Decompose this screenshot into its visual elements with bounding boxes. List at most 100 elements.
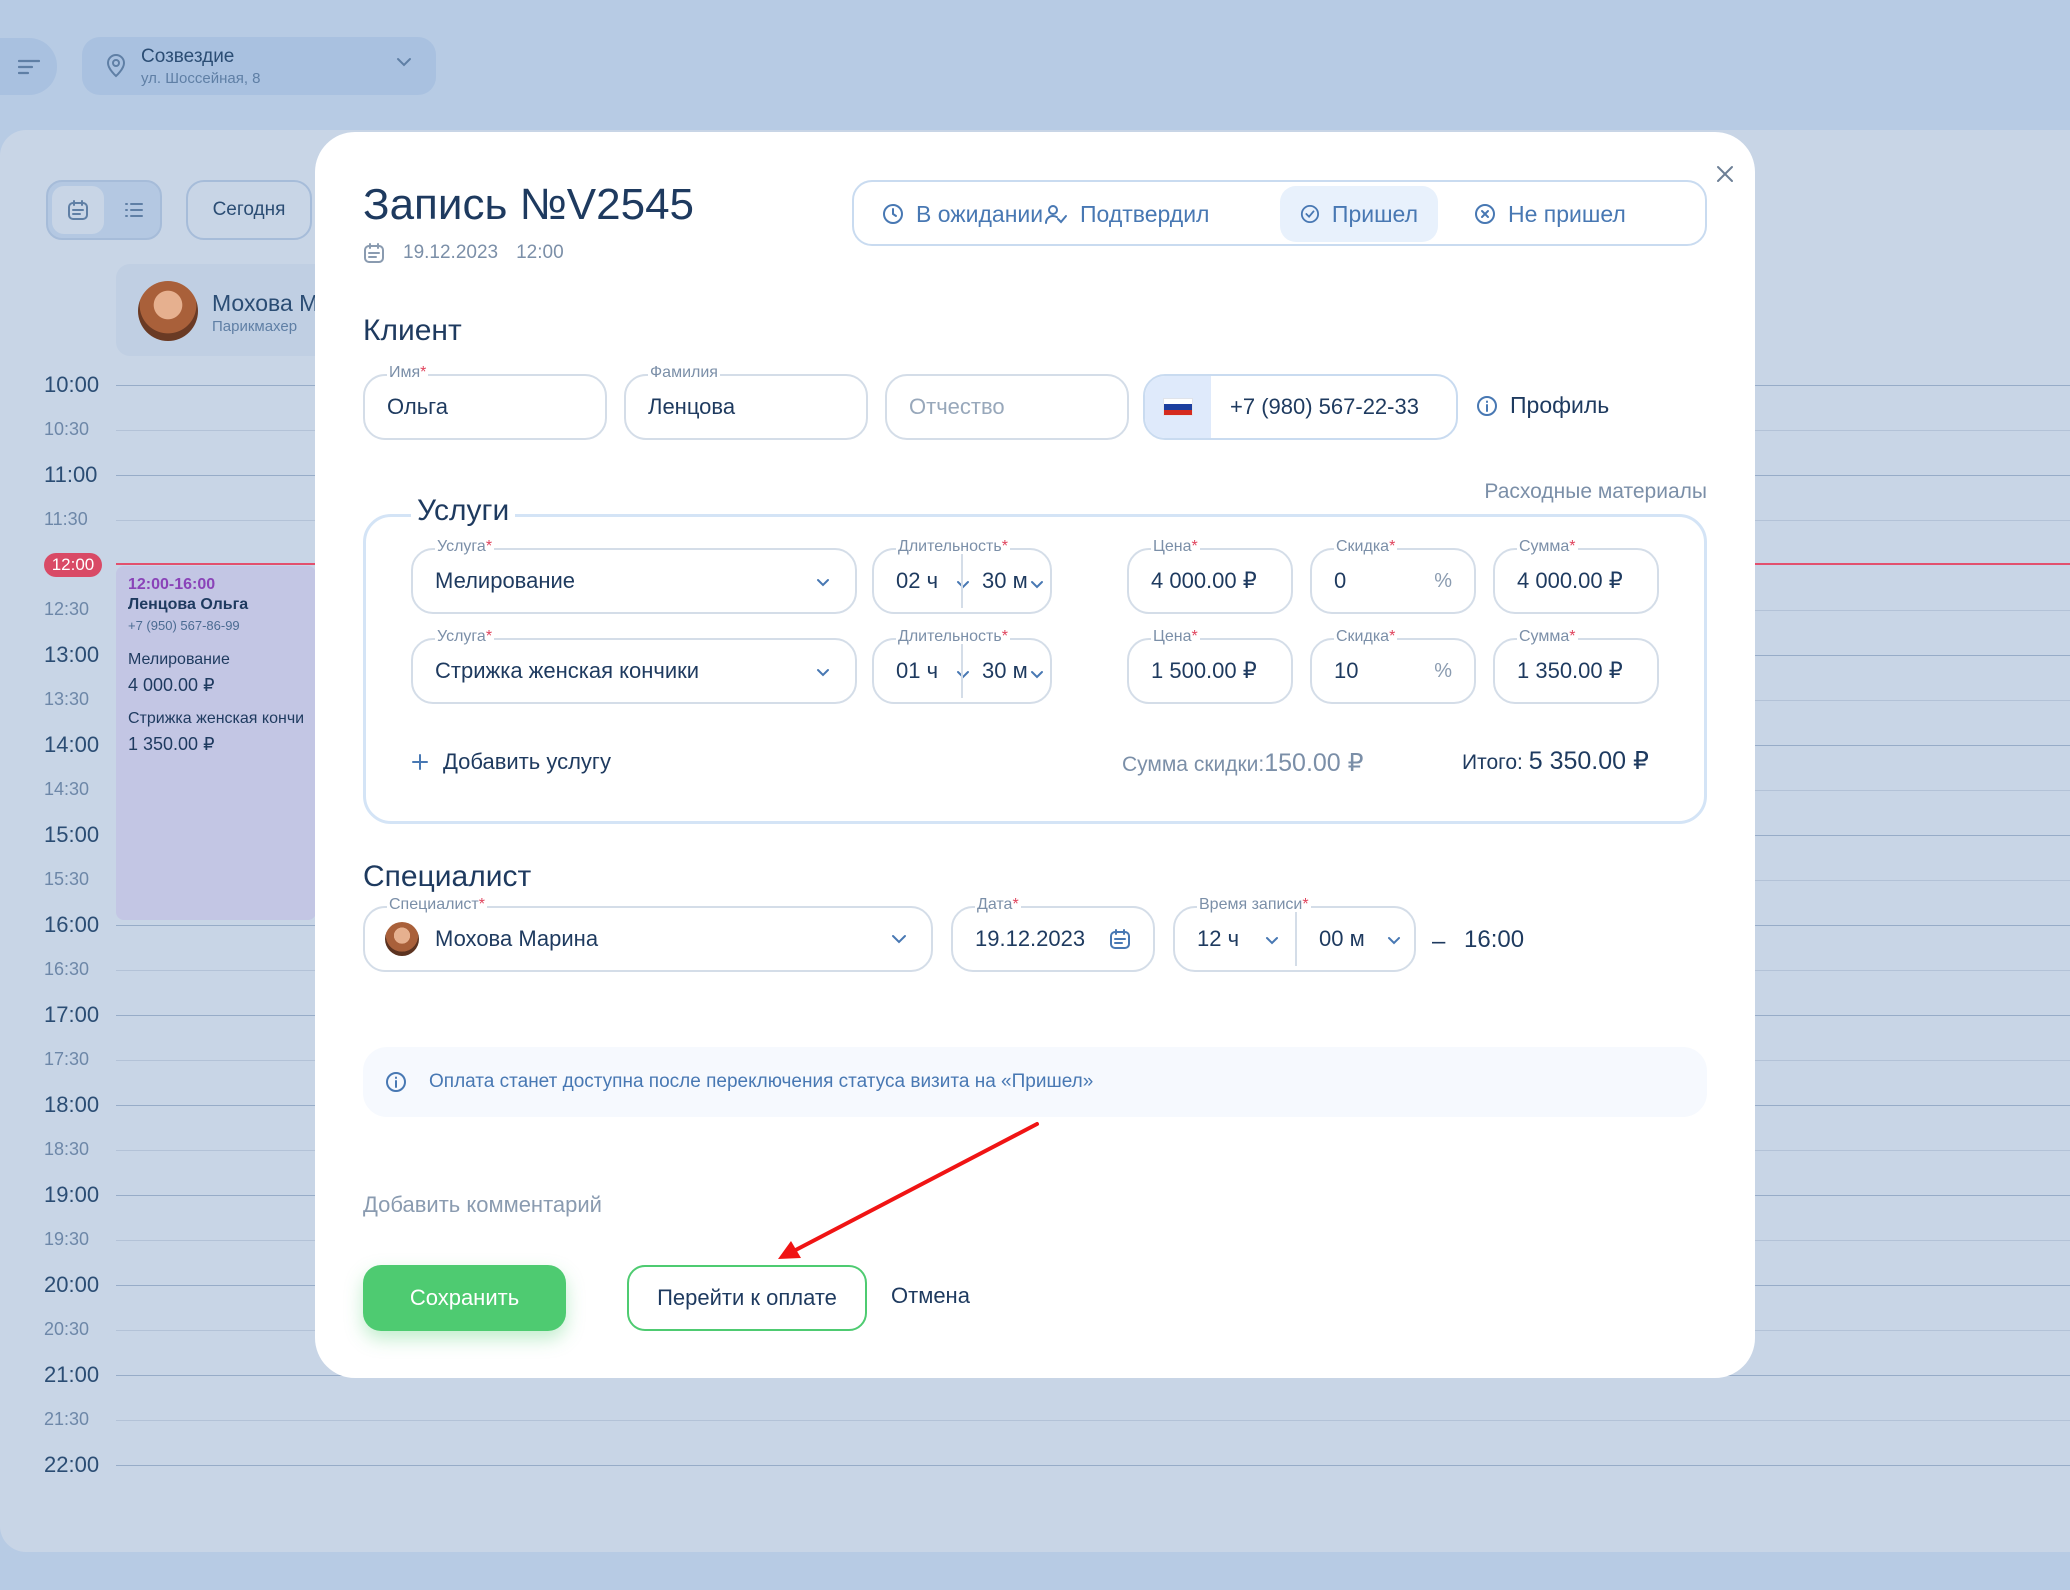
specialist-name: Мохова М [212,290,319,316]
time-label: 12:30 [44,599,90,619]
cancel-button[interactable]: Отмена [891,1283,970,1309]
add-comment-link[interactable]: Добавить комментарий [363,1192,602,1218]
required-mark: * [1389,628,1396,645]
today-button[interactable]: Сегодня [186,180,312,240]
percent-unit: % [1434,660,1452,682]
specialist-select[interactable]: Специалист* Мохова Марина [363,896,933,972]
time-label: 17:30 [44,1049,90,1069]
duration-hours[interactable]: 01 ч [896,658,938,684]
go-to-payment-button[interactable]: Перейти к оплате [627,1265,867,1331]
date-value: 19.12.2023 [975,926,1086,951]
save-button[interactable]: Сохранить [363,1265,566,1331]
avatar [385,922,419,956]
end-time: 16:00 [1464,926,1525,953]
percent-unit: % [1434,570,1452,592]
calendar-icon[interactable] [1109,928,1131,950]
required-mark: * [478,896,485,913]
list-icon [125,203,143,217]
sum-field[interactable]: Сумма* 1 350.00 ₽ [1493,628,1659,704]
specialist-section-title: Специалист [363,860,532,893]
divider [1295,912,1297,966]
field-label: Специалист [389,896,479,913]
status-tab-label: Не пришел [1508,200,1626,227]
discount-field[interactable]: Скидка* 10% [1310,628,1476,704]
middle-name-field[interactable]: Отчество [885,374,1129,440]
chevron-down-icon [817,579,829,587]
status-tab-confirmed[interactable]: Подтвердил [1024,186,1229,242]
price-field[interactable]: Цена* 4 000.00 ₽ [1127,538,1293,614]
field-label: Скидка [1336,538,1390,555]
date-field[interactable]: Дата* 19.12.2023 [951,896,1155,972]
location-select[interactable]: Созвездие ул. Шоссейная, 8 [82,37,436,95]
time-label: 13:30 [44,689,90,709]
required-mark: * [1001,538,1008,555]
payment-info-box: Оплата станет доступна после переключени… [363,1047,1707,1117]
time-minutes-value[interactable]: 00 м [1319,926,1365,952]
status-tab-arrived[interactable]: Пришел [1280,186,1438,242]
field-label: Длительность [898,538,1002,555]
field-label: Имя [389,364,421,381]
event-service: Стрижка женская кончи [128,710,305,727]
duration-minutes[interactable]: 30 м [982,658,1028,684]
appointment-time: 12:00 [516,242,564,263]
field-label: Сумма [1519,628,1570,645]
close-icon [1717,166,1733,182]
discount-sum: Сумма скидки:150.00 ₽ [1122,748,1364,778]
info-icon [386,1072,406,1092]
time-label: 10:30 [44,419,90,439]
add-service-button[interactable]: Добавить услугу [411,749,611,775]
time-hours-value[interactable]: 12 ч [1197,926,1239,952]
sum-field[interactable]: Сумма* 4 000.00 ₽ [1493,538,1659,614]
field-label: Услуга [437,628,486,645]
view-toggle [46,180,162,240]
price-field[interactable]: Цена* 1 500.00 ₽ [1127,628,1293,704]
russia-flag-icon [1163,398,1193,416]
materials-link[interactable]: Расходные материалы [1484,480,1707,504]
service-select[interactable]: Услуга* Стрижка женская кончики [411,628,857,704]
time-field[interactable]: Время записи* 12 ч 00 м [1173,896,1416,972]
chevron-down-icon [1388,937,1400,945]
phone-field[interactable]: +7 (980) 567-22-33 [1143,374,1458,440]
event-price: 4 000.00 ₽ [128,675,215,695]
duration-field[interactable]: Длительность* 02 ч 30 м [872,538,1052,614]
calendar-view-button[interactable] [52,186,104,234]
duration-hours[interactable]: 02 ч [896,568,938,594]
specialist-value: Мохова Марина [435,926,599,951]
now-badge: 12:00 [44,553,102,577]
time-range-dash: – [1432,928,1446,955]
price-value: 1 500.00 ₽ [1151,658,1257,683]
required-mark: * [1569,628,1576,645]
page-title: Запись №V2545 [363,180,695,229]
phone-value: +7 (980) 567-22-33 [1230,394,1419,419]
duration-minutes[interactable]: 30 м [982,568,1028,594]
close-button[interactable] [1705,154,1745,194]
first-name-field[interactable]: Имя* Ольга [363,364,607,440]
clock-icon [883,204,903,224]
discount-sum-label: Сумма скидки: [1122,753,1265,776]
time-label: 21:00 [44,1362,100,1387]
menu-button[interactable] [0,38,57,95]
time-label: 20:00 [44,1272,100,1297]
event-price: 1 350.00 ₽ [128,734,215,754]
event-service: Мелирование [128,651,230,668]
required-mark: * [1012,896,1019,913]
time-label: 16:00 [44,912,100,937]
required-mark: * [1191,628,1198,645]
country-selector[interactable] [1145,376,1211,438]
first-name-value: Ольга [387,394,448,419]
calendar-icon [364,243,384,263]
discount-field[interactable]: Скидка* 0% [1310,538,1476,614]
service-select[interactable]: Услуга* Мелирование [411,538,857,614]
chevron-down-icon [957,581,969,589]
profile-link[interactable]: Профиль [1476,392,1609,419]
field-label: Цена [1153,628,1192,645]
duration-field[interactable]: Длительность* 01 ч 30 м [872,628,1052,704]
chevron-down-icon [1031,671,1043,679]
status-tab-no-show[interactable]: Не пришел [1454,186,1646,242]
status-tabs: В ожидании Подтвердил Пришел Не пришел [852,180,1707,246]
time-label: 19:30 [44,1229,90,1249]
last-name-field[interactable]: Фамилия Ленцова [624,364,868,440]
profile-label: Профиль [1510,392,1610,418]
list-view-button[interactable] [110,186,158,234]
appointment-event[interactable]: 12:00-16:00 Ленцова Ольга +7 (950) 567-8… [116,566,316,920]
